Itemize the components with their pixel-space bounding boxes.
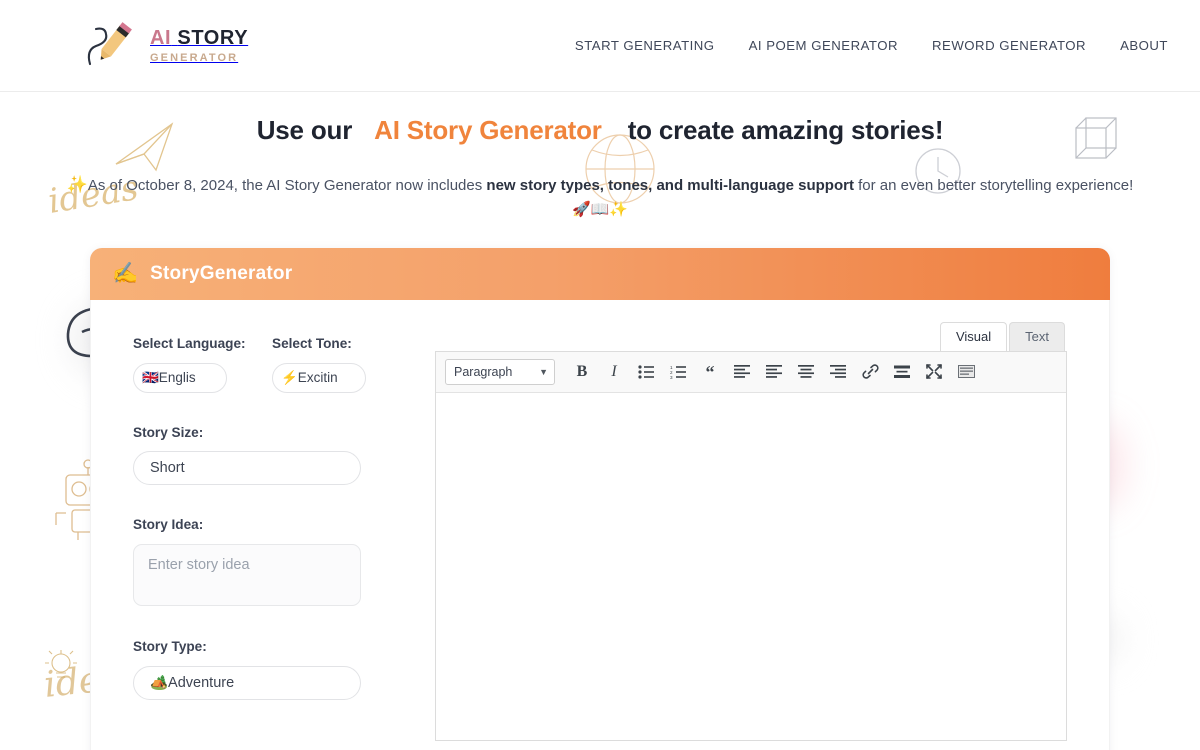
site-header: AI STORY GENERATOR START GENERATING AI P… bbox=[0, 0, 1200, 92]
align-center-icon[interactable] bbox=[793, 359, 819, 385]
editor-toolbar: Paragraph ▼ B I 123 “ bbox=[436, 351, 1066, 393]
language-select[interactable]: 🇬🇧Englis bbox=[133, 362, 227, 393]
story-editor: Visual Text Paragraph ▼ B I 1 2 3 “ bbox=[423, 300, 1109, 741]
editor-tabs: Visual Text bbox=[435, 321, 1067, 351]
sparkle-icon: ✨ bbox=[66, 175, 88, 195]
fullscreen-icon[interactable] bbox=[921, 359, 947, 385]
editor-tab-visual[interactable]: Visual bbox=[939, 321, 1008, 351]
nav-about[interactable]: ABOUT bbox=[1120, 38, 1168, 53]
blockquote-icon[interactable]: “ bbox=[697, 359, 723, 385]
story-idea-label: Story Idea: bbox=[133, 517, 204, 533]
toolbar-toggle-icon[interactable] bbox=[953, 359, 979, 385]
tone-select[interactable]: ⚡Excitin bbox=[272, 362, 366, 393]
lightbulb-doodle bbox=[45, 650, 77, 678]
brand-subtitle: GENERATOR bbox=[150, 51, 239, 64]
align-left-icon[interactable] bbox=[729, 359, 755, 385]
page-title: Use our AI Story Generator to create amazi… bbox=[0, 112, 1200, 148]
tone-select-wrap: ⚡Excitin bbox=[272, 362, 366, 393]
generator-form: Select Language: 🇬🇧Englis Select Tone: ⚡… bbox=[91, 300, 423, 730]
hero-title-post: to create amazing stories! bbox=[627, 115, 944, 145]
editor-tab-text[interactable]: Text bbox=[1009, 321, 1065, 351]
story-type-label: Story Type: bbox=[133, 639, 207, 654]
bulleted-list-icon[interactable] bbox=[633, 359, 659, 385]
story-type-select[interactable]: 🏕️Adventure bbox=[133, 665, 361, 700]
brand-title-ai: AI bbox=[150, 26, 172, 49]
read-more-icon[interactable] bbox=[889, 359, 915, 385]
bold-icon[interactable]: B bbox=[569, 359, 595, 385]
language-label: Select Language: bbox=[133, 335, 246, 351]
story-generator-card: ✍️ StoryGenerator Select Language: 🇬🇧Eng… bbox=[90, 247, 1110, 750]
hero-sub-post: for an even better storytelling experien… bbox=[853, 177, 1134, 195]
hero-sub-pre: As of October 8, 2024, the AI Story Gene… bbox=[87, 177, 487, 195]
italic-icon[interactable]: I bbox=[601, 359, 627, 385]
brand-title: AI STORY bbox=[150, 27, 248, 49]
story-idea-field: Story Idea: bbox=[133, 515, 393, 611]
nav-start-generating[interactable]: START GENERATING bbox=[575, 38, 715, 53]
generator-header: ✍️ StoryGenerator bbox=[90, 247, 1110, 300]
language-field: Select Language: 🇬🇧Englis bbox=[133, 334, 254, 393]
hero-sub-bold: new story types, tones, and multi-langua… bbox=[486, 177, 854, 195]
numbered-list-icon[interactable]: 123 bbox=[665, 359, 691, 385]
hero-subtitle: ✨As of October 8, 2024, the AI Story Gen… bbox=[0, 172, 1200, 198]
align-right-icon[interactable] bbox=[825, 359, 851, 385]
story-size-select[interactable]: Short bbox=[133, 451, 361, 486]
link-icon[interactable] bbox=[857, 359, 883, 385]
story-idea-input[interactable] bbox=[133, 544, 361, 606]
pencil-logo-icon bbox=[84, 21, 138, 70]
language-tone-row: Select Language: 🇬🇧Englis Select Tone: ⚡… bbox=[133, 334, 393, 393]
brand-title-rest: STORY bbox=[177, 26, 249, 49]
language-select-wrap: 🇬🇧Englis bbox=[133, 362, 227, 393]
page-root: ideas ideas bbox=[0, 0, 1200, 750]
generator-title: StoryGenerator bbox=[150, 262, 293, 284]
svg-text:3: 3 bbox=[670, 375, 673, 379]
main-nav: START GENERATING AI POEM GENERATOR REWOR… bbox=[575, 38, 1168, 53]
editor-content-area[interactable] bbox=[436, 392, 1066, 740]
writing-hand-icon: ✍️ bbox=[112, 262, 139, 286]
hero-subtitle-emoji: 🚀📖✨ bbox=[571, 200, 629, 218]
align-left-2-icon[interactable] bbox=[761, 359, 787, 385]
hero-title-pre: Use our bbox=[256, 115, 353, 145]
story-size-field: Story Size: Short bbox=[133, 423, 393, 486]
nav-ai-poem-generator[interactable]: AI POEM GENERATOR bbox=[749, 38, 898, 53]
generator-body: Select Language: 🇬🇧Englis Select Tone: ⚡… bbox=[90, 299, 1110, 750]
nav-reword-generator[interactable]: REWORD GENERATOR bbox=[932, 38, 1086, 53]
format-select-wrap: Paragraph ▼ bbox=[445, 358, 555, 385]
brand-logo[interactable]: AI STORY GENERATOR bbox=[84, 21, 248, 70]
tone-field: Select Tone: ⚡Excitin bbox=[272, 334, 393, 393]
tone-label: Select Tone: bbox=[272, 335, 352, 351]
brand-text: AI STORY GENERATOR bbox=[150, 28, 248, 64]
editor-shell: Paragraph ▼ B I 123 “ bbox=[435, 350, 1067, 741]
story-size-label: Story Size: bbox=[133, 424, 204, 440]
story-type-field: Story Type: 🏕️Adventure bbox=[133, 637, 393, 700]
hero-section: Use our AI Story Generator to create amazi… bbox=[0, 92, 1200, 230]
hero-title-accent: AI Story Generator bbox=[374, 115, 602, 145]
format-select[interactable]: Paragraph bbox=[445, 358, 555, 385]
